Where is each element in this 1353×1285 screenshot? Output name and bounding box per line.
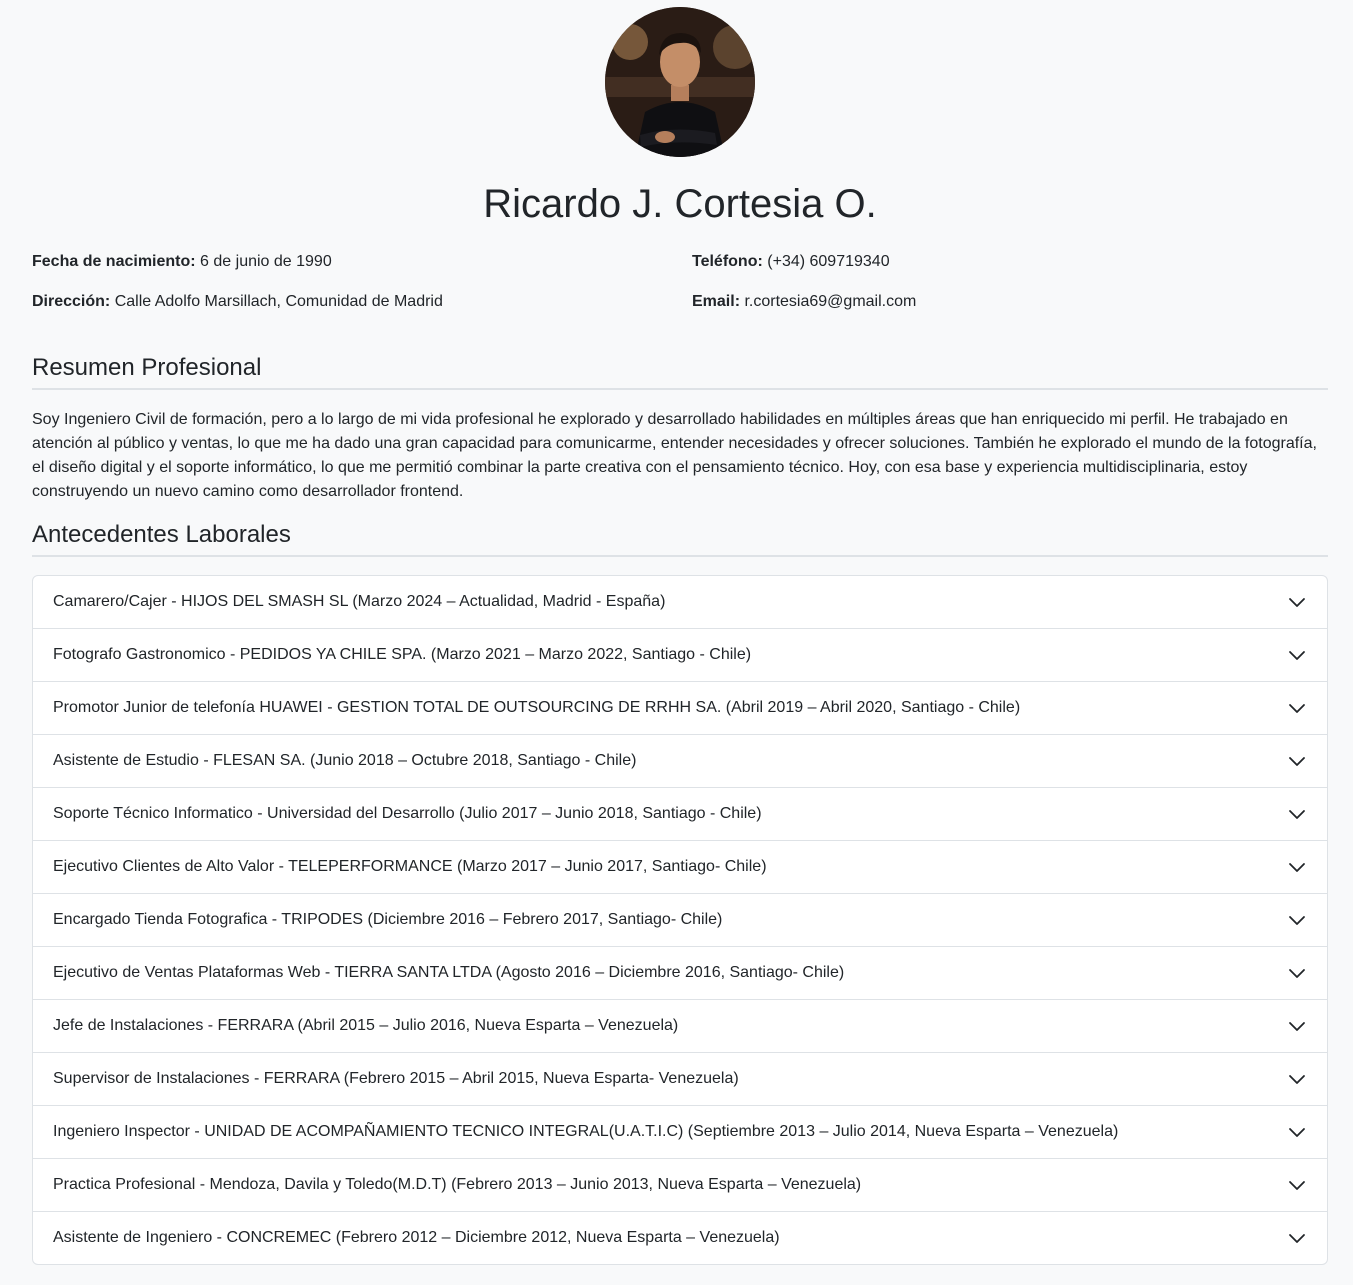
job-title: Encargado Tienda Fotografica - TRIPODES … — [53, 911, 723, 928]
chevron-down-icon[interactable] — [1287, 963, 1307, 983]
chevron-down-icon[interactable] — [1287, 751, 1307, 771]
work-accordion: Camarero/Cajer - HIJOS DEL SMASH SL (Mar… — [32, 575, 1328, 1265]
address-value: Calle Adolfo Marsillach, Comunidad de Ma… — [114, 293, 443, 310]
profile-name: Ricardo J. Cortesia O. — [483, 182, 877, 226]
birth-date: Fecha de nacimiento: 6 de junio de 1990 — [32, 250, 332, 274]
job-accordion-item[interactable]: Fotografo Gastronomico - PEDIDOS YA CHIL… — [33, 629, 1327, 682]
chevron-down-icon[interactable] — [1287, 698, 1307, 718]
address: Dirección: Calle Adolfo Marsillach, Comu… — [32, 290, 443, 314]
address-label: Dirección: — [32, 293, 111, 310]
chevron-down-icon[interactable] — [1287, 804, 1307, 824]
job-title: Asistente de Estudio - FLESAN SA. (Junio… — [53, 752, 637, 769]
job-title: Soporte Técnico Informatico - Universida… — [53, 805, 762, 822]
job-title: Supervisor de Instalaciones - FERRARA (F… — [53, 1070, 739, 1087]
chevron-down-icon[interactable] — [1287, 645, 1307, 665]
summary-text: Soy Ingeniero Civil de formación, pero a… — [32, 411, 1317, 500]
phone: Teléfono: (+34) 609719340 — [692, 250, 890, 274]
email-value: r.cortesia69@gmail.com — [744, 293, 917, 310]
avatar — [605, 7, 755, 157]
job-title: Fotografo Gastronomico - PEDIDOS YA CHIL… — [53, 646, 752, 663]
chevron-down-icon[interactable] — [1287, 592, 1307, 612]
job-accordion-item[interactable]: Camarero/Cajer - HIJOS DEL SMASH SL (Mar… — [33, 576, 1327, 629]
job-title: Ejecutivo Clientes de Alto Valor - TELEP… — [53, 858, 767, 875]
job-title: Practica Profesional - Mendoza, Davila y… — [53, 1176, 862, 1193]
birth-date-value: 6 de junio de 1990 — [200, 253, 332, 270]
job-accordion-item[interactable]: Ingeniero Inspector - UNIDAD DE ACOMPAÑA… — [33, 1106, 1327, 1159]
chevron-down-icon[interactable] — [1287, 1228, 1307, 1248]
job-accordion-item[interactable]: Ejecutivo Clientes de Alto Valor - TELEP… — [33, 841, 1327, 894]
job-title: Ejecutivo de Ventas Plataformas Web - TI… — [53, 964, 845, 981]
work-title: Antecedentes Laborales — [32, 519, 1328, 557]
email-label: Email: — [692, 293, 741, 310]
job-title: Jefe de Instalaciones - FERRARA (Abril 2… — [53, 1017, 679, 1034]
chevron-down-icon[interactable] — [1287, 1069, 1307, 1089]
phone-value: (+34) 609719340 — [767, 253, 890, 270]
chevron-down-icon[interactable] — [1287, 857, 1307, 877]
job-accordion-item[interactable]: Supervisor de Instalaciones - FERRARA (F… — [33, 1053, 1327, 1106]
job-accordion-item[interactable]: Promotor Junior de telefonía HUAWEI - GE… — [33, 682, 1327, 735]
job-accordion-item[interactable]: Jefe de Instalaciones - FERRARA (Abril 2… — [33, 1000, 1327, 1053]
job-accordion-item[interactable]: Encargado Tienda Fotografica - TRIPODES … — [33, 894, 1327, 947]
avatar-photo — [605, 7, 755, 157]
job-title: Camarero/Cajer - HIJOS DEL SMASH SL (Mar… — [53, 593, 666, 610]
birth-date-label: Fecha de nacimiento: — [32, 253, 196, 270]
chevron-down-icon[interactable] — [1287, 1175, 1307, 1195]
summary-title: Resumen Profesional — [32, 352, 1328, 390]
job-accordion-item[interactable]: Asistente de Estudio - FLESAN SA. (Junio… — [33, 735, 1327, 788]
job-title: Ingeniero Inspector - UNIDAD DE ACOMPAÑA… — [53, 1123, 1119, 1140]
chevron-down-icon[interactable] — [1287, 910, 1307, 930]
job-title: Asistente de Ingeniero - CONCREMEC (Febr… — [53, 1229, 780, 1246]
chevron-down-icon[interactable] — [1287, 1122, 1307, 1142]
job-accordion-item[interactable]: Practica Profesional - Mendoza, Davila y… — [33, 1159, 1327, 1212]
phone-label: Teléfono: — [692, 253, 763, 270]
chevron-down-icon[interactable] — [1287, 1016, 1307, 1036]
job-accordion-item[interactable]: Soporte Técnico Informatico - Universida… — [33, 788, 1327, 841]
job-title: Promotor Junior de telefonía HUAWEI - GE… — [53, 699, 1021, 716]
email: Email: r.cortesia69@gmail.com — [692, 290, 916, 314]
job-accordion-item[interactable]: Ejecutivo de Ventas Plataformas Web - TI… — [33, 947, 1327, 1000]
job-accordion-item[interactable]: Asistente de Ingeniero - CONCREMEC (Febr… — [33, 1212, 1327, 1264]
